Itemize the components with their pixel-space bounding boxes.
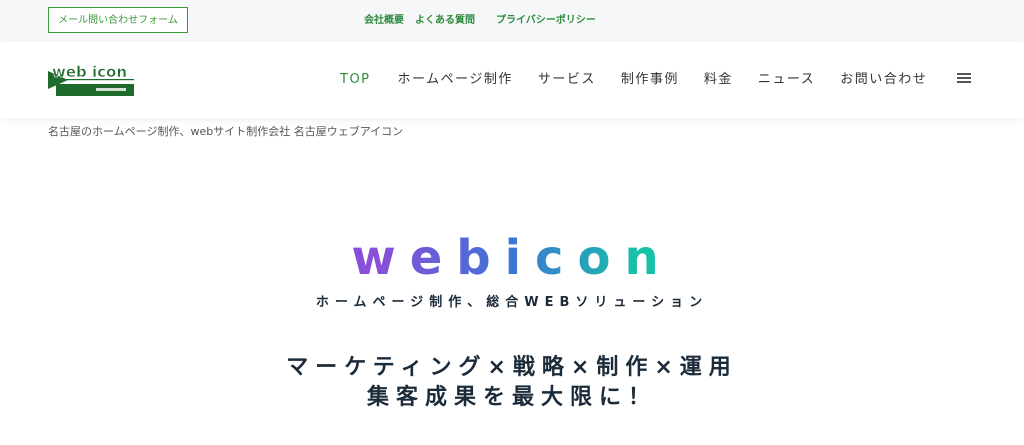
nav-news[interactable]: ニュース bbox=[758, 70, 815, 90]
logo-text: web icon bbox=[52, 63, 127, 81]
nav-contact[interactable]: お問い合わせ bbox=[840, 70, 927, 90]
link-faq[interactable]: よくある質問 bbox=[415, 13, 475, 29]
hero-tagline-2: 集客成果を最大限に！ bbox=[366, 385, 657, 410]
breadcrumb: 名古屋のホームページ制作、webサイト制作会社 名古屋ウェブアイコン bbox=[48, 125, 404, 138]
webicon-logo[interactable]: web icon bbox=[48, 61, 134, 99]
site-header: web icon TOP ホームページ制作 サービス 制作事例 料金 ニュース … bbox=[0, 42, 1024, 118]
hero-title-text: webicon bbox=[351, 230, 672, 286]
utility-links: 会社概要 よくある質問 プライバシーポリシー bbox=[364, 13, 596, 29]
nav-services[interactable]: サービス bbox=[538, 70, 596, 90]
hero-subtitle: ホームページ制作、総合WEBソリューション bbox=[315, 295, 709, 310]
hamburger-menu-icon[interactable] bbox=[957, 73, 971, 83]
link-company-overview[interactable]: 会社概要 bbox=[364, 13, 404, 29]
nav-pricing[interactable]: 料金 bbox=[704, 70, 733, 90]
mail-inquiry-button[interactable]: メール問い合わせフォーム bbox=[48, 7, 188, 33]
nav-top[interactable]: TOP bbox=[340, 70, 371, 90]
hero-tagline-1: マーケティング×戦略×制作×運用 bbox=[286, 355, 738, 380]
nav-homepage-production[interactable]: ホームページ制作 bbox=[398, 70, 513, 90]
link-privacy-policy[interactable]: プライバシーポリシー bbox=[496, 13, 596, 29]
main-navigation: TOP ホームページ制作 サービス 制作事例 料金 ニュース お問い合わせ bbox=[340, 70, 927, 90]
top-utility-bar: メール問い合わせフォーム 会社概要 よくある質問 プライバシーポリシー bbox=[0, 0, 1024, 42]
hero-title: webicon bbox=[351, 230, 672, 286]
nav-works[interactable]: 制作事例 bbox=[621, 70, 679, 90]
